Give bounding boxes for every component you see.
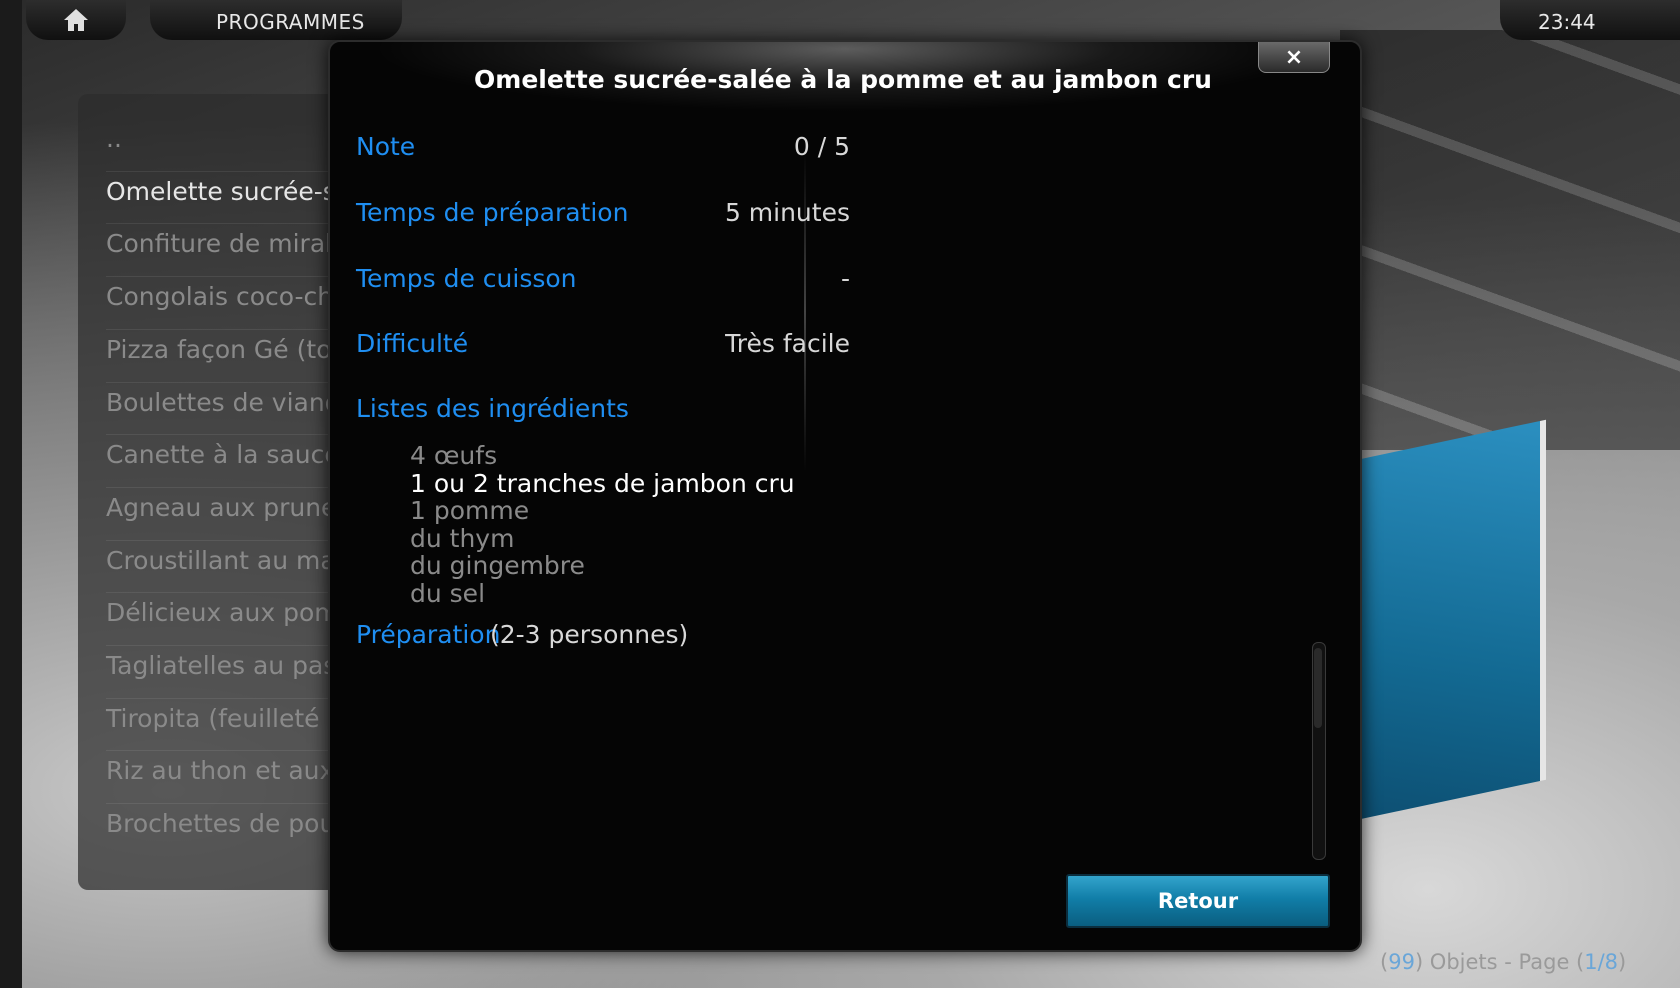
- cook-time-label: Temps de cuisson: [356, 264, 577, 293]
- page-info-open: (: [1380, 950, 1389, 974]
- ingredient-item: du sel: [410, 578, 486, 608]
- background-keyboard: [1340, 30, 1680, 450]
- scrollbar-thumb[interactable]: [1314, 648, 1322, 728]
- home-button[interactable]: [26, 0, 126, 40]
- difficulty-value: Très facile: [725, 329, 850, 358]
- prep-time-label: Temps de préparation: [356, 198, 629, 227]
- item-count: 99: [1388, 950, 1415, 974]
- note-label: Note: [356, 132, 416, 161]
- back-button[interactable]: Retour: [1066, 874, 1330, 928]
- ingredient-item: du gingembre: [410, 551, 585, 580]
- list-separator: [106, 803, 336, 805]
- page-info-text: ) Objets - Page (: [1414, 950, 1585, 974]
- list-separator: [106, 539, 336, 541]
- ingredient-item: 1 ou 2 tranches de jambon cru: [410, 468, 795, 498]
- dialog-title: Omelette sucrée-salée à la pomme et au j…: [474, 65, 1212, 94]
- list-separator: [106, 276, 336, 278]
- ingredients-label: Listes des ingrédients: [356, 394, 629, 423]
- page-number: 1/8: [1584, 950, 1619, 974]
- section-title: PROGRAMMES: [216, 10, 365, 34]
- recipe-dialog: Omelette sucrée-salée à la pomme et au j…: [328, 40, 1362, 952]
- clock: 23:44: [1538, 10, 1596, 34]
- left-edge: [0, 0, 22, 988]
- list-separator: [106, 170, 336, 172]
- difficulty-label: Difficulté: [356, 329, 469, 358]
- list-separator: [106, 434, 336, 436]
- close-icon: ×: [1284, 44, 1304, 70]
- list-separator: [106, 486, 336, 488]
- prep-time-value: 5 minutes: [724, 198, 850, 227]
- background-book: [1355, 419, 1546, 821]
- close-button[interactable]: ×: [1258, 42, 1330, 73]
- note-value: 0 / 5: [793, 132, 850, 161]
- preparation-label: Préparation: [356, 620, 501, 649]
- list-item[interactable]: ..: [106, 124, 122, 153]
- list-separator: [106, 750, 336, 752]
- cook-time-value: -: [840, 264, 850, 293]
- list-separator: [106, 645, 336, 646]
- list-separator: [106, 697, 336, 699]
- page-info: (99) Objets - Page (1/8): [1380, 950, 1626, 974]
- list-separator: [106, 592, 336, 594]
- list-separator: [106, 381, 336, 383]
- ingredient-item: 1 pomme: [410, 496, 530, 525]
- home-icon: [64, 9, 88, 31]
- ingredients-list[interactable]: 4 œufs 1 ou 2 tranches de jambon cru 1 pom…: [410, 442, 795, 607]
- list-separator: [106, 223, 336, 225]
- preparation-value: (2-3 personnes): [490, 620, 689, 649]
- ingredient-item: du thym: [410, 523, 515, 553]
- page-info-close: ): [1618, 950, 1627, 974]
- list-separator: [106, 328, 336, 330]
- ingredient-item: 4 œufs: [410, 441, 498, 470]
